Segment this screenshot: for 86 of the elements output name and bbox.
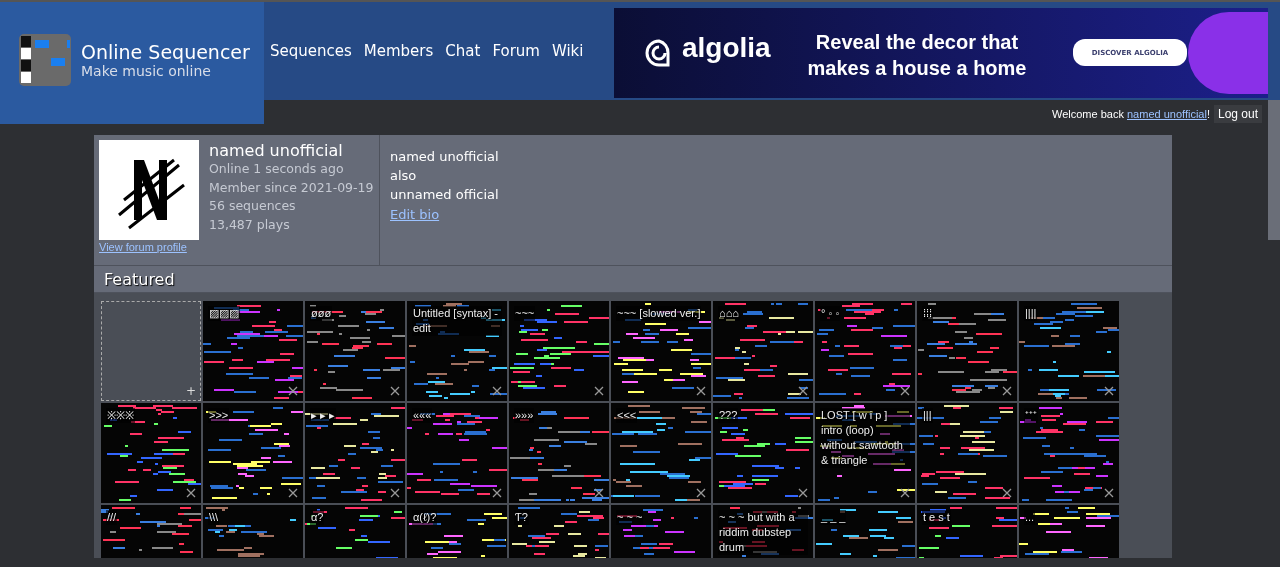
profile-stat: Member since 2021-09-19 bbox=[209, 178, 375, 197]
sequence-title[interactable]: øøø bbox=[310, 306, 333, 321]
logout-button[interactable]: Log out bbox=[1213, 105, 1262, 123]
close-icon[interactable] bbox=[900, 386, 910, 396]
sequence-tile[interactable]: \\\ bbox=[203, 505, 303, 558]
sequence-title[interactable]: >>> bbox=[208, 408, 230, 423]
sequence-title[interactable]: ||| bbox=[922, 408, 933, 423]
sequence-tile[interactable]: ⌂⌂⌂ bbox=[713, 301, 813, 401]
close-icon[interactable] bbox=[696, 488, 706, 498]
scrollbar[interactable] bbox=[1268, 100, 1280, 240]
sequence-tile[interactable]: t e s t bbox=[917, 505, 1017, 558]
nav-link[interactable]: Wiki bbox=[545, 42, 590, 64]
close-icon[interactable] bbox=[288, 386, 298, 396]
close-icon[interactable] bbox=[390, 386, 400, 396]
profile-stat: 13,487 plays bbox=[209, 215, 291, 234]
close-icon[interactable] bbox=[798, 488, 808, 498]
bio-line: named unofficial bbox=[390, 148, 499, 166]
sequence-tile[interactable]: ⁺⁺⁺ bbox=[1019, 403, 1119, 503]
sequence-tile[interactable]: Ƭ? bbox=[509, 505, 609, 558]
sequence-title[interactable]: ▨▨▨ bbox=[208, 306, 240, 321]
sequence-title[interactable]: ~~~ [slowed ver.] bbox=[616, 306, 702, 321]
close-icon[interactable] bbox=[594, 488, 604, 498]
close-icon[interactable] bbox=[390, 488, 400, 498]
bio-line: also bbox=[390, 167, 418, 185]
nav-link[interactable]: Members bbox=[357, 42, 440, 64]
sequence-tile[interactable]: |||| bbox=[1019, 301, 1119, 401]
sequence-tile[interactable]: ... bbox=[1019, 505, 1119, 558]
close-icon[interactable] bbox=[900, 488, 910, 498]
close-icon[interactable] bbox=[1002, 386, 1012, 396]
nav-link[interactable]: Sequences bbox=[264, 42, 358, 64]
close-icon[interactable] bbox=[696, 386, 706, 396]
close-icon[interactable] bbox=[288, 488, 298, 498]
profile-stat: Online 1 seconds ago bbox=[209, 160, 345, 178]
close-icon[interactable] bbox=[186, 488, 196, 498]
sequence-tile[interactable]: ~~~ bbox=[509, 301, 609, 401]
sequence-tile[interactable]: ⁞⁞⁞ bbox=[917, 301, 1017, 401]
sequence-tile[interactable]: LOST [ w i p ] intro (loop) without sawtooth & triangle bbox=[815, 403, 915, 503]
nav-link[interactable]: Forum bbox=[486, 42, 546, 64]
sequence-title[interactable]: ⁺⁺⁺ bbox=[1024, 408, 1038, 423]
sequence-tile[interactable]: ||| bbox=[917, 403, 1017, 503]
sequence-tile[interactable]: /// bbox=[101, 505, 201, 558]
close-icon[interactable] bbox=[594, 386, 604, 396]
close-icon[interactable] bbox=[492, 386, 502, 396]
nav-link[interactable]: Chat bbox=[439, 42, 487, 64]
sequence-title[interactable]: α? bbox=[310, 510, 325, 525]
sequence-tile[interactable]: ~ ~ ~ bbox=[611, 505, 711, 558]
sequence-tile[interactable]: ▨▨▨ bbox=[203, 301, 303, 401]
tagline: Make music online bbox=[81, 63, 212, 79]
username-link[interactable]: named unofficial bbox=[1127, 108, 1207, 120]
close-icon[interactable] bbox=[1104, 488, 1114, 498]
sequence-title[interactable]: |||| bbox=[1024, 306, 1038, 321]
close-icon[interactable] bbox=[798, 386, 808, 396]
sequence-tile[interactable]: øøø bbox=[305, 301, 405, 401]
sequence-tile[interactable]: ※※※ bbox=[101, 403, 201, 503]
sequence-tile[interactable]: <<< bbox=[611, 403, 711, 503]
sequence-tile[interactable]: ° ◦ ◦ bbox=[815, 301, 915, 401]
close-icon[interactable] bbox=[1002, 488, 1012, 498]
sequence-tile[interactable]: »»» bbox=[509, 403, 609, 503]
add-sequence-tile[interactable]: + bbox=[101, 301, 201, 401]
sequence-title[interactable]: LOST [ w i p ] intro (loop) without sawtooth & triangle bbox=[820, 408, 910, 468]
sequence-tile[interactable]: Untitled [syntax] - edit bbox=[407, 301, 507, 401]
sequence-title[interactable]: ※※※ bbox=[106, 408, 135, 423]
sequence-title[interactable]: ⁞⁞⁞ bbox=[922, 306, 934, 321]
sequence-tile[interactable]: α(ℓ)? bbox=[407, 505, 507, 558]
sequence-tile[interactable]: ??? bbox=[713, 403, 813, 503]
sequence-title[interactable]: _ _ _ bbox=[820, 510, 847, 525]
profile-name: named unofficial bbox=[209, 141, 344, 160]
sequence-tile[interactable]: _ _ _ bbox=[815, 505, 915, 558]
sequence-tile[interactable]: ~~~ [slowed ver.] bbox=[611, 301, 711, 401]
sequence-tile[interactable]: ««« bbox=[407, 403, 507, 503]
sequence-tile[interactable]: α? bbox=[305, 505, 405, 558]
close-icon[interactable] bbox=[1104, 386, 1114, 396]
sequence-tile[interactable]: >>> bbox=[203, 403, 303, 503]
ad-headline: Reveal the decor that makes a house a home bbox=[806, 30, 1028, 81]
profile-stat: 56 sequences bbox=[209, 197, 297, 215]
sequence-tile[interactable]: ▸ ▸ ▸ bbox=[305, 403, 405, 503]
welcome-text: Welcome back named unofficial! bbox=[1052, 108, 1210, 120]
sequencer-logo-icon[interactable] bbox=[19, 34, 71, 86]
bio-line: unnamed official bbox=[390, 186, 499, 204]
sequence-title[interactable]: Untitled [syntax] - edit bbox=[412, 306, 502, 336]
site-title[interactable]: Online Sequencer bbox=[81, 41, 250, 63]
sequence-title[interactable]: ° ◦ ◦ bbox=[820, 306, 841, 321]
ad-brand: algolia bbox=[682, 32, 771, 64]
close-icon[interactable] bbox=[492, 488, 502, 498]
sequence-title[interactable]: α(ℓ)? bbox=[412, 510, 438, 525]
section-title: Featured bbox=[104, 269, 175, 289]
